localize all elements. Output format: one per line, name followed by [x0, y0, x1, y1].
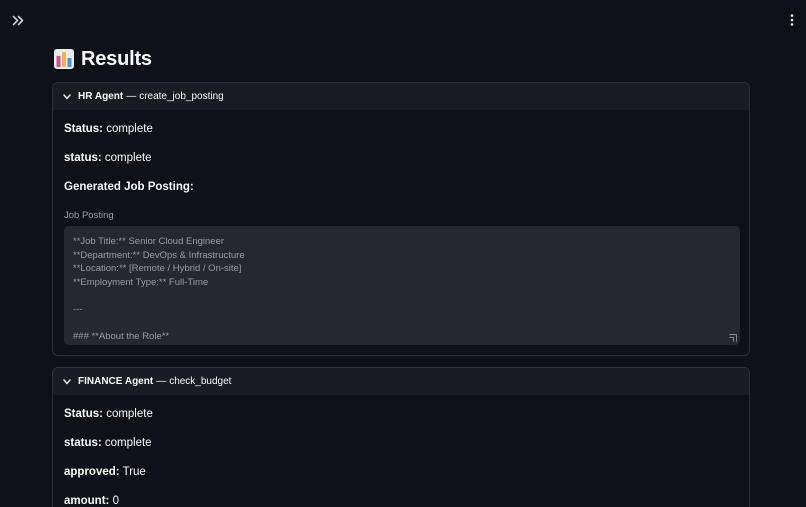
textarea-line: **Job Title:** Senior Cloud Engineer	[73, 236, 225, 247]
hr-agent-expander: HR Agent — create_job_posting Status: co…	[52, 82, 750, 356]
finance-agent-expander-header[interactable]: FINANCE Agent — check_budget	[53, 368, 749, 395]
finance-status2-line: status: complete	[64, 437, 152, 449]
textarea-line: ### **About the Role**	[73, 331, 170, 343]
hr-status-label: Status:	[64, 123, 103, 135]
textarea-line	[73, 289, 731, 303]
textarea-line: **Department:** DevOps & Infrastructure	[73, 249, 245, 261]
double-chevron-right-icon	[12, 15, 23, 25]
textarea-line: **Employment Type:** Full-Time	[73, 276, 209, 288]
vertical-ellipsis-icon	[790, 14, 794, 26]
hr-status2-label: status:	[64, 152, 102, 164]
chevron-down-icon	[63, 377, 72, 386]
finance-status-value: complete	[106, 408, 153, 420]
finance-approved-value: True	[122, 466, 146, 478]
finance-approved-label: approved:	[64, 466, 120, 478]
app-root: Results HR Agent — create_job_posting St…	[0, 0, 806, 507]
finance-header-separator: —	[156, 376, 167, 387]
finance-agent-name: FINANCE Agent	[78, 376, 154, 387]
bar-chart-icon	[54, 49, 74, 69]
job-posting-textarea[interactable]: **Job Title:** Senior Cloud Engineer **D…	[64, 226, 740, 345]
job-posting-textarea-label: Job Posting	[64, 210, 114, 221]
hr-status2-line: status: complete	[64, 152, 152, 164]
hr-generated-heading: Generated Job Posting:	[64, 181, 194, 193]
finance-amount-value: 0	[112, 495, 119, 507]
finance-amount-label: amount:	[64, 495, 110, 507]
finance-status-line: Status: complete	[64, 408, 153, 420]
hr-agent-expander-header[interactable]: HR Agent — create_job_posting	[53, 83, 749, 110]
finance-agent-action: check_budget	[169, 376, 232, 387]
finance-amount-line: amount: 0	[64, 495, 119, 507]
textarea-line	[73, 317, 731, 331]
textarea-line: ---	[73, 303, 83, 315]
hr-status2-value: complete	[104, 152, 152, 164]
hr-generated-heading-line: Generated Job Posting:	[64, 181, 194, 193]
textarea-line: **Location:** [Remote / Hybrid / On-site…	[73, 263, 242, 275]
resize-handle-icon[interactable]	[729, 334, 737, 342]
page-title-row: Results	[54, 46, 152, 72]
finance-agent-expander: FINANCE Agent — check_budget Status: com…	[52, 367, 750, 507]
hr-status-line: Status: complete	[64, 123, 153, 135]
hr-header-separator: —	[126, 91, 137, 102]
finance-status2-label: status:	[64, 437, 102, 449]
main-menu-button[interactable]	[786, 11, 798, 29]
finance-approved-line: approved: True	[64, 466, 146, 478]
hr-agent-action: create_job_posting	[139, 91, 224, 102]
chevron-down-icon	[63, 92, 72, 101]
finance-status2-value: complete	[104, 437, 152, 449]
hr-status-value: complete	[106, 123, 153, 135]
hr-agent-name: HR Agent	[78, 91, 124, 102]
finance-status-label: Status:	[64, 408, 103, 420]
page-title: Results	[81, 47, 152, 70]
sidebar-toggle-button[interactable]	[9, 11, 27, 29]
